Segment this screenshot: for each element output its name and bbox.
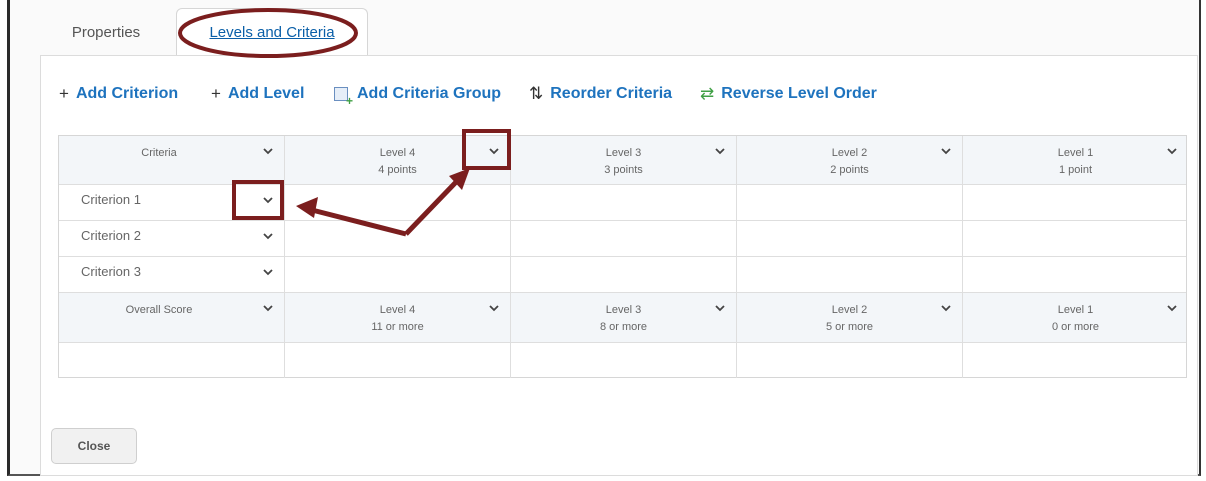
chevron-down-icon[interactable] (713, 144, 727, 158)
criterion-cell: Criterion 2 (59, 221, 285, 256)
chevron-down-icon[interactable] (1165, 301, 1179, 315)
plus-icon: + (59, 84, 69, 103)
level-header-cell: Level 1 1 point (963, 136, 1188, 184)
reverse-level-order-button[interactable]: ⇄ Reverse Level Order (700, 84, 877, 104)
criterion-cell: Criterion 3 (59, 257, 285, 292)
levels-panel: + Add Criterion + Add Level Add Criteria… (40, 55, 1198, 476)
chevron-down-icon[interactable] (939, 301, 953, 315)
chevron-down-icon[interactable] (713, 301, 727, 315)
overall-score-values-row (59, 343, 1186, 378)
chevron-down-icon[interactable] (939, 144, 953, 158)
overall-level-range: 8 or more (599, 321, 648, 333)
chevron-down-icon[interactable] (261, 265, 275, 279)
level-points: 2 points (830, 164, 869, 176)
criteria-group-icon (334, 87, 353, 108)
chevron-down-icon[interactable] (261, 229, 275, 243)
tab-levels-label: Levels and Criteria (209, 24, 335, 41)
chevron-down-icon[interactable] (1165, 144, 1179, 158)
dialog-frame: Properties Levels and Criteria + Add Cri… (7, 0, 1201, 476)
criteria-header-label: Criteria (141, 147, 177, 159)
add-criteria-group-label: Add Criteria Group (357, 85, 502, 102)
overall-level-range: 11 or more (371, 321, 424, 333)
level-header-cell: Level 2 2 points (737, 136, 963, 184)
overall-level-cell: Level 2 5 or more (737, 293, 963, 342)
overall-score-label: Overall Score (125, 304, 193, 316)
level-name: Level 2 (831, 147, 868, 159)
level-name: Level 1 (1057, 147, 1094, 159)
add-criterion-button[interactable]: + Add Criterion (59, 84, 178, 104)
criterion-label: Criterion 2 (81, 228, 141, 243)
level-points: 3 points (604, 164, 643, 176)
overall-level-cell: Level 1 0 or more (963, 293, 1188, 342)
overall-score-row: Overall Score Level 4 11 or more Level 3 8… (59, 293, 1186, 343)
chevron-down-icon[interactable] (261, 144, 275, 158)
criteria-header-cell: Criteria (59, 136, 285, 184)
reverse-icon: ⇄ (700, 84, 715, 103)
tab-properties-label: Properties (71, 23, 141, 41)
overall-level-range: 0 or more (1051, 321, 1100, 333)
tab-levels-and-criteria[interactable]: Levels and Criteria (176, 8, 368, 56)
criterion-label: Criterion 1 (81, 192, 141, 207)
close-button[interactable]: Close (51, 428, 137, 464)
chevron-down-icon[interactable] (261, 301, 275, 315)
chevron-down-icon[interactable] (261, 193, 275, 207)
plus-icon: + (211, 84, 221, 103)
overall-level-name: Level 1 (1057, 304, 1094, 316)
rubric-grid: Criteria Level 4 4 points Level 3 3 points… (58, 135, 1187, 378)
level-name: Level 4 (379, 147, 416, 159)
reorder-icon: ⇅ (529, 84, 544, 103)
tab-properties[interactable]: Properties (40, 8, 172, 56)
level-name: Level 3 (605, 147, 642, 159)
chevron-down-icon[interactable] (487, 301, 501, 315)
add-level-button[interactable]: + Add Level (211, 84, 304, 104)
add-level-label: Add Level (227, 85, 305, 102)
criterion-row: Criterion 1 (59, 185, 1186, 221)
level-points: 1 point (1058, 164, 1093, 176)
level-header-cell: Level 4 4 points (285, 136, 511, 184)
criterion-row: Criterion 2 (59, 221, 1186, 257)
criterion-row: Criterion 3 (59, 257, 1186, 293)
overall-level-name: Level 2 (831, 304, 868, 316)
reorder-criteria-label: Reorder Criteria (550, 85, 673, 102)
level-header-cell: Level 3 3 points (511, 136, 737, 184)
criterion-label: Criterion 3 (81, 264, 141, 279)
reverse-level-order-label: Reverse Level Order (721, 85, 877, 102)
overall-score-header-cell: Overall Score (59, 293, 285, 342)
close-label: Close (77, 439, 111, 453)
overall-level-name: Level 3 (605, 304, 642, 316)
add-criterion-label: Add Criterion (75, 85, 179, 102)
levels-header-row: Criteria Level 4 4 points Level 3 3 points… (59, 136, 1186, 185)
add-criteria-group-button[interactable]: Add Criteria Group (334, 84, 502, 108)
level-points: 4 points (378, 164, 417, 176)
criterion-cell: Criterion 1 (59, 185, 285, 220)
overall-level-cell: Level 3 8 or more (511, 293, 737, 342)
overall-level-range: 5 or more (825, 321, 874, 333)
reorder-criteria-button[interactable]: ⇅ Reorder Criteria (529, 84, 672, 104)
overall-level-name: Level 4 (379, 304, 416, 316)
chevron-down-icon[interactable] (487, 144, 501, 158)
overall-level-cell: Level 4 11 or more (285, 293, 511, 342)
